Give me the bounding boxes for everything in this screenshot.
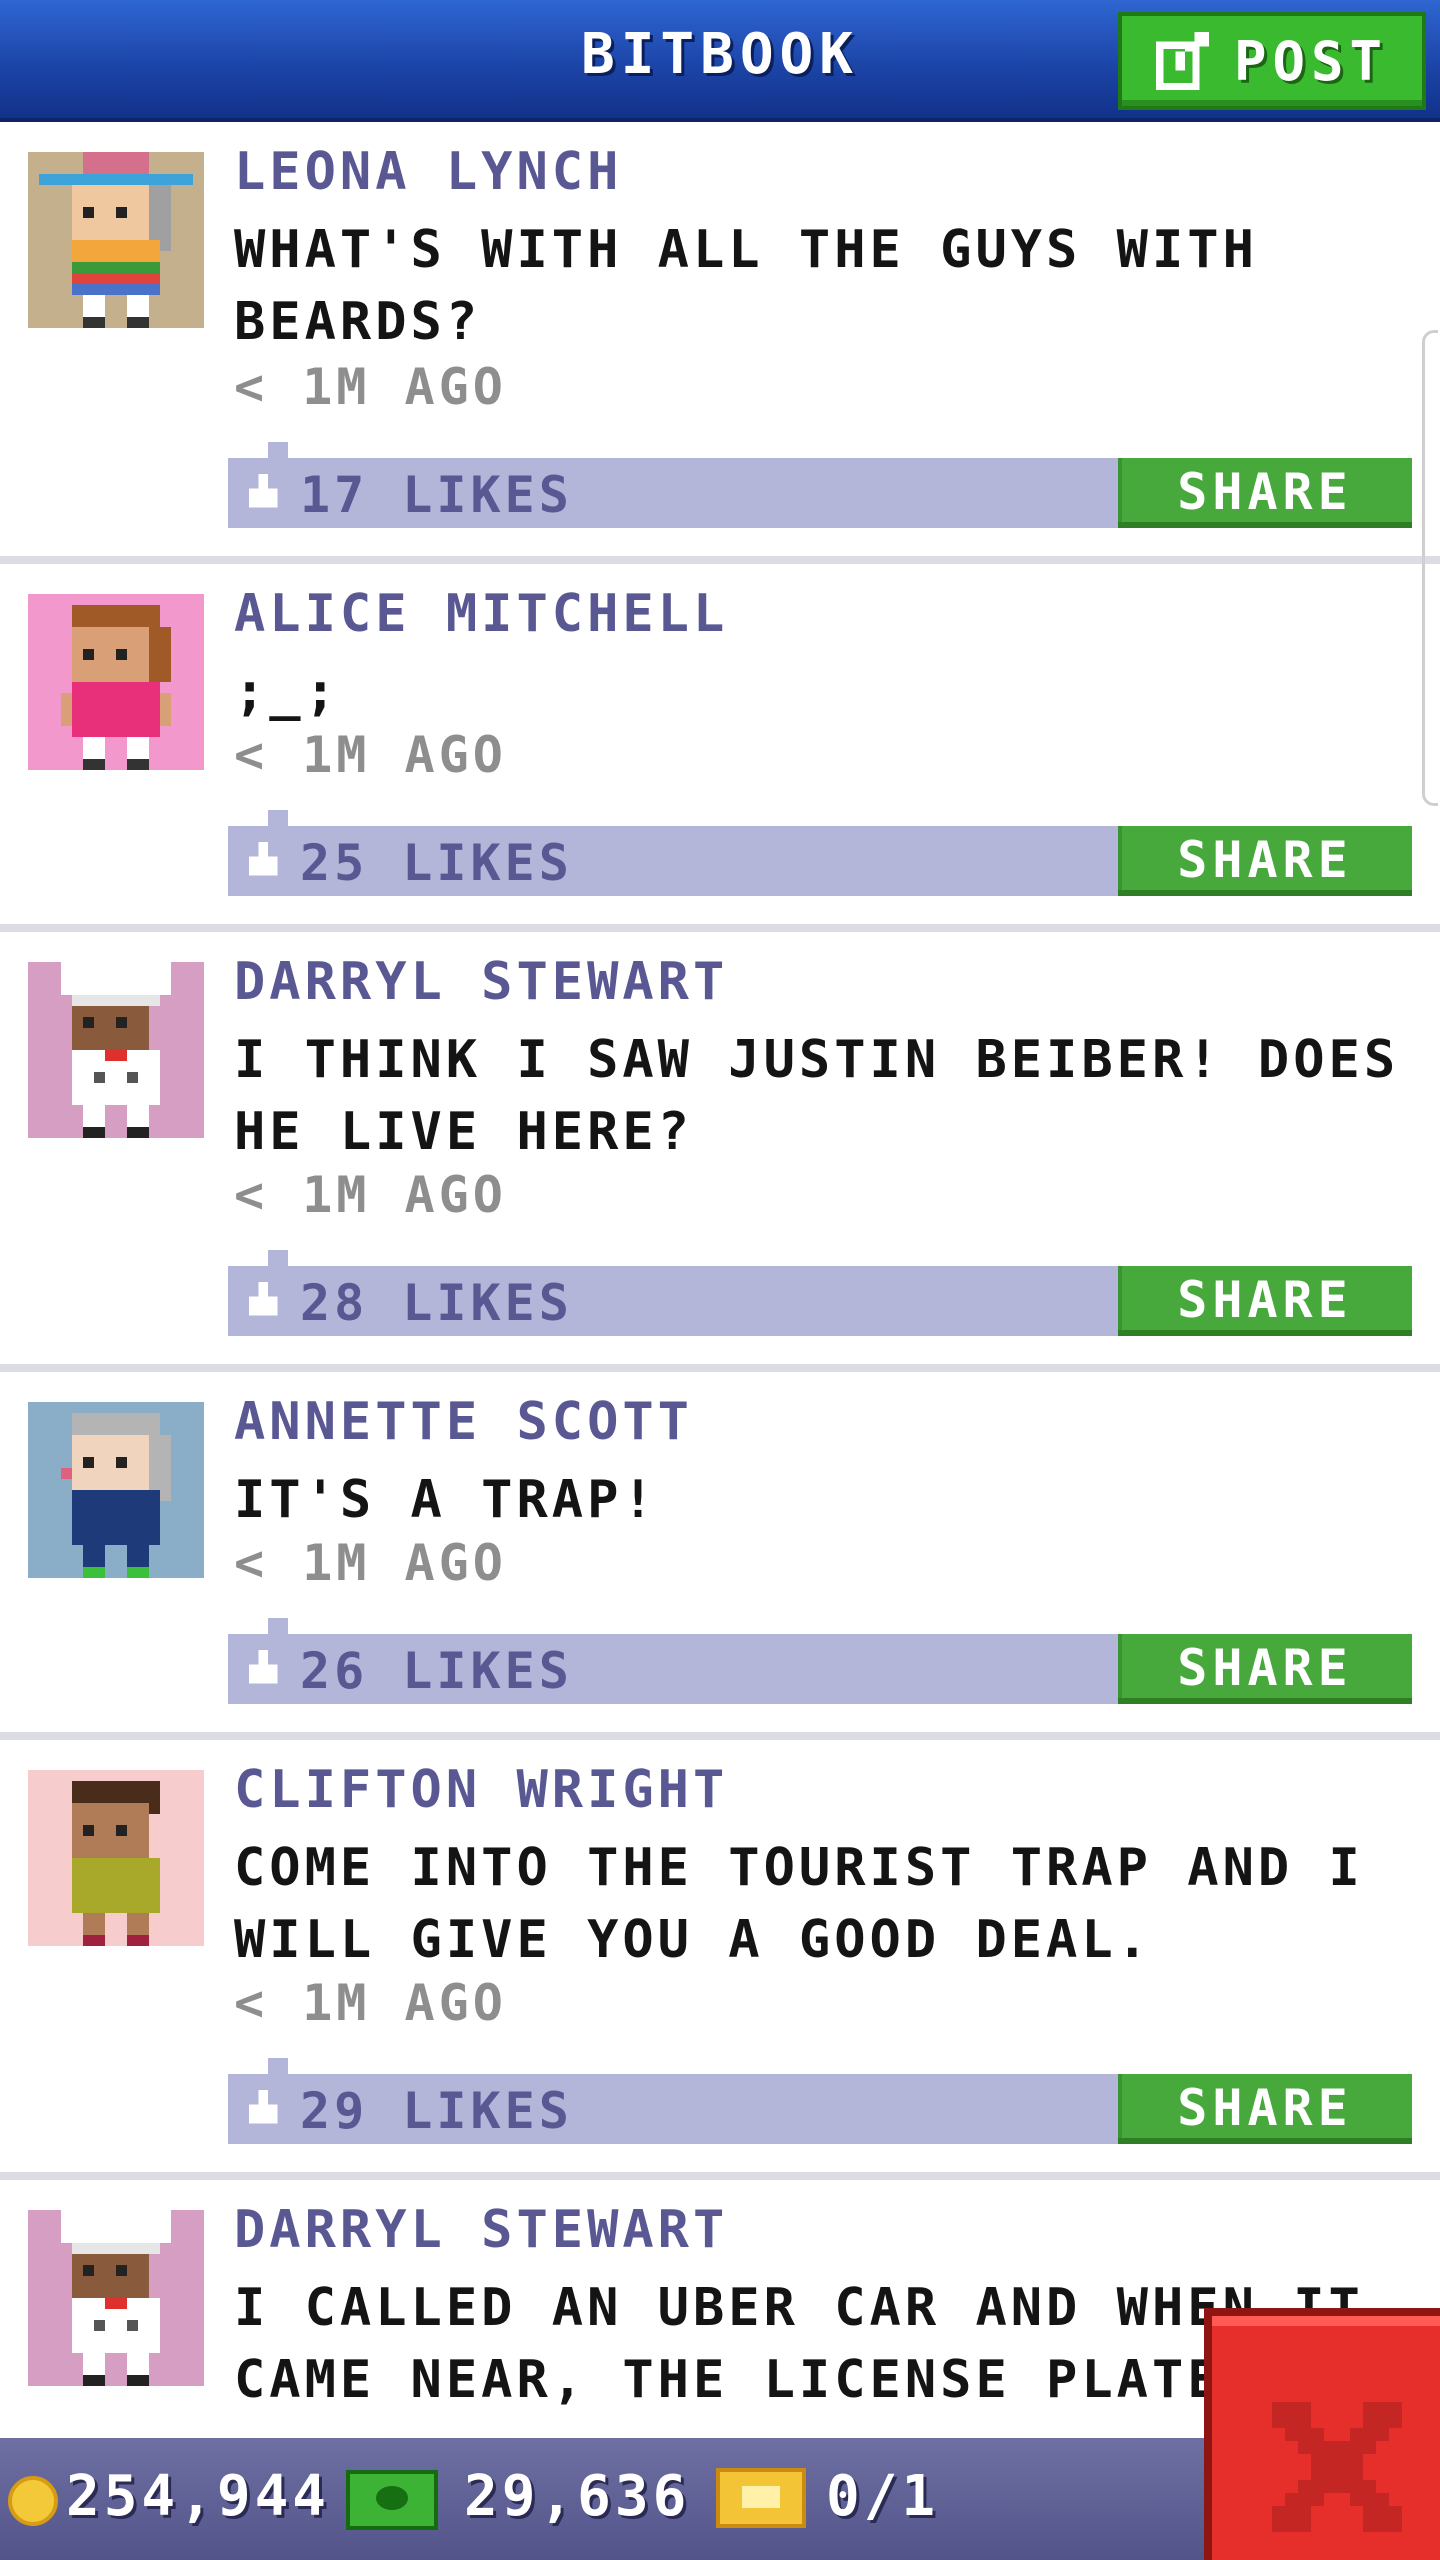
scrollbar[interactable] (1422, 330, 1438, 806)
post-message: ;_; (234, 662, 340, 722)
edit-icon (1155, 32, 1210, 90)
feed-post: CLIFTON WRIGHT COME INTO THE TOURIST TRA… (0, 1740, 1440, 2180)
like-bar: 25 LIKES SHARE (228, 826, 1412, 896)
post-author[interactable]: DARRYL STEWART (234, 2200, 728, 2260)
share-button[interactable]: SHARE (1118, 2074, 1412, 2144)
coin-icon (8, 2476, 58, 2526)
post-author[interactable]: CLIFTON WRIGHT (234, 1760, 728, 1820)
thumbs-up-icon (248, 474, 278, 508)
like-bar-nub (268, 442, 288, 458)
post-message: IT'S A TRAP! (234, 1470, 658, 1530)
like-bar-nub (268, 1250, 288, 1266)
like-count[interactable]: 28 LIKES (300, 1274, 573, 1332)
post-time: < 1M AGO (234, 1534, 507, 1592)
app-header: BITBOOK POST (0, 0, 1440, 122)
like-bar: 26 LIKES SHARE (228, 1634, 1412, 1704)
share-button[interactable]: SHARE (1118, 826, 1412, 896)
post-time: < 1M AGO (234, 358, 507, 416)
share-button[interactable]: SHARE (1118, 458, 1412, 528)
like-bar: 28 LIKES SHARE (228, 1266, 1412, 1336)
share-button[interactable]: SHARE (1118, 1634, 1412, 1704)
post-time: < 1M AGO (234, 1974, 507, 2032)
feed-post: ALICE MITCHELL ;_; < 1M AGO 25 LIKES SHA… (0, 564, 1440, 932)
coin-count: 254,944 (66, 2464, 331, 2529)
post-author[interactable]: ALICE MITCHELL (234, 584, 728, 644)
post-author[interactable]: DARRYL STEWART (234, 952, 728, 1012)
thumbs-up-icon (248, 1282, 278, 1316)
thumbs-up-icon (248, 842, 278, 876)
post-author[interactable]: ANNETTE SCOTT (234, 1392, 693, 1452)
thumbs-up-icon (248, 1650, 278, 1684)
like-bar-nub (268, 1618, 288, 1634)
like-bar: 17 LIKES SHARE (228, 458, 1412, 528)
like-bar-nub (268, 2058, 288, 2074)
bux-icon (346, 2470, 438, 2530)
avatar[interactable] (28, 1402, 204, 1578)
close-button[interactable] (1204, 2308, 1440, 2560)
ticket-count: 0/1 (826, 2464, 940, 2529)
avatar[interactable] (28, 962, 204, 1138)
avatar[interactable] (28, 1770, 204, 1946)
post-time: < 1M AGO (234, 1166, 507, 1224)
avatar[interactable] (28, 152, 204, 328)
like-count[interactable]: 25 LIKES (300, 834, 573, 892)
post-message: I THINK I SAW JUSTIN BEIBER! DOES HE LIV… (234, 1030, 1400, 1162)
like-count[interactable]: 26 LIKES (300, 1642, 573, 1700)
like-bar-nub (268, 810, 288, 826)
close-icon (1272, 2402, 1402, 2532)
post-author[interactable]: LEONA LYNCH (234, 142, 622, 202)
thumbs-up-icon (248, 2090, 278, 2124)
like-count[interactable]: 17 LIKES (300, 466, 573, 524)
like-bar: 29 LIKES SHARE (228, 2074, 1412, 2144)
share-button[interactable]: SHARE (1118, 1266, 1412, 1336)
news-feed[interactable]: LEONA LYNCH WHAT'S WITH ALL THE GUYS WIT… (0, 122, 1440, 2438)
post-button[interactable]: POST (1118, 12, 1426, 110)
feed-post: ANNETTE SCOTT IT'S A TRAP! < 1M AGO 26 L… (0, 1372, 1440, 1740)
ticket-icon (716, 2468, 806, 2528)
like-count[interactable]: 29 LIKES (300, 2082, 573, 2140)
post-message: WHAT'S WITH ALL THE GUYS WITH BEARDS? (234, 220, 1258, 352)
feed-post: DARRYL STEWART I THINK I SAW JUSTIN BEIB… (0, 932, 1440, 1372)
post-label: POST (1233, 29, 1389, 93)
bux-count: 29,636 (464, 2464, 691, 2529)
feed-post: LEONA LYNCH WHAT'S WITH ALL THE GUYS WIT… (0, 122, 1440, 564)
avatar[interactable] (28, 594, 204, 770)
avatar[interactable] (28, 2210, 204, 2386)
post-time: < 1M AGO (234, 726, 507, 784)
post-message: COME INTO THE TOURIST TRAP AND I WILL GI… (234, 1838, 1364, 1970)
